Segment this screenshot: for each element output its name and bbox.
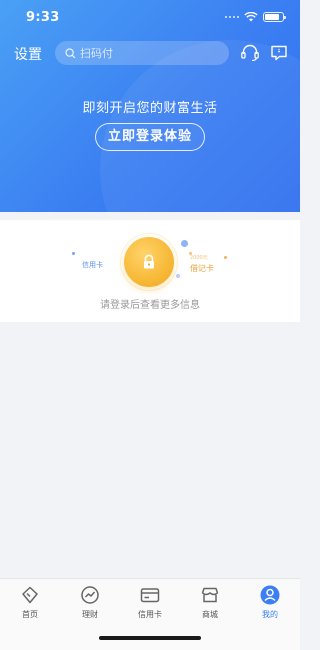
store-icon bbox=[201, 587, 219, 603]
decor-dot bbox=[224, 256, 227, 259]
headset-icon bbox=[241, 44, 259, 62]
home-indicator bbox=[99, 636, 201, 640]
credit-card-icon bbox=[140, 588, 160, 603]
decor-dot bbox=[181, 240, 188, 247]
status-bar: 9:33 bbox=[0, 0, 300, 36]
tab-store[interactable]: 商城 bbox=[180, 585, 240, 625]
login-hero-banner: 9:33 设置 扫码付 即刻开启您的财富生活 立即登录体验 bbox=[0, 0, 300, 212]
battery-icon bbox=[263, 12, 286, 22]
tab-label: 商城 bbox=[202, 610, 218, 619]
tab-label: 理财 bbox=[82, 610, 98, 619]
wifi-icon bbox=[244, 12, 258, 22]
lock-icon bbox=[144, 254, 154, 269]
search-input[interactable] bbox=[80, 46, 220, 60]
credit-card-label: 信用卡 bbox=[82, 261, 103, 269]
tab-credit-card[interactable]: 信用卡 bbox=[120, 585, 180, 625]
decor-dot bbox=[176, 274, 180, 278]
login-hint-text: 请登录后查看更多信息 bbox=[100, 300, 200, 311]
top-navigation-bar: 设置 bbox=[0, 38, 300, 68]
login-button[interactable]: 立即登录体验 bbox=[95, 123, 205, 151]
tab-label: 我的 bbox=[262, 610, 278, 619]
hero-tagline: 即刻开启您的财富生活 bbox=[82, 101, 218, 116]
tab-profile[interactable]: 我的 bbox=[240, 585, 300, 625]
tab-wealth[interactable]: 理财 bbox=[60, 585, 120, 625]
debit-card-label: 借记卡 bbox=[190, 264, 214, 273]
decor-dot bbox=[72, 252, 75, 255]
tab-label: 首页 bbox=[22, 610, 38, 619]
signal-icon bbox=[225, 16, 239, 18]
customer-service-button[interactable] bbox=[239, 42, 261, 64]
message-icon bbox=[271, 45, 287, 61]
profile-icon bbox=[260, 585, 280, 605]
scan-pay-search[interactable] bbox=[55, 41, 229, 65]
home-icon bbox=[22, 586, 38, 604]
tab-home[interactable]: 首页 bbox=[0, 585, 60, 625]
settings-button[interactable]: 设置 bbox=[14, 44, 42, 64]
search-icon bbox=[65, 47, 76, 58]
messages-button[interactable] bbox=[268, 42, 290, 64]
status-icons bbox=[225, 12, 286, 22]
lock-badge[interactable] bbox=[124, 237, 174, 287]
tab-label: 信用卡 bbox=[138, 610, 162, 619]
debit-card-amount-label: 2000元 bbox=[190, 255, 208, 261]
account-preview-card: 信用卡 2000元 借记卡 请登录后查看更多信息 bbox=[0, 220, 300, 322]
status-time: 9:33 bbox=[26, 10, 60, 25]
wealth-icon bbox=[81, 586, 99, 604]
